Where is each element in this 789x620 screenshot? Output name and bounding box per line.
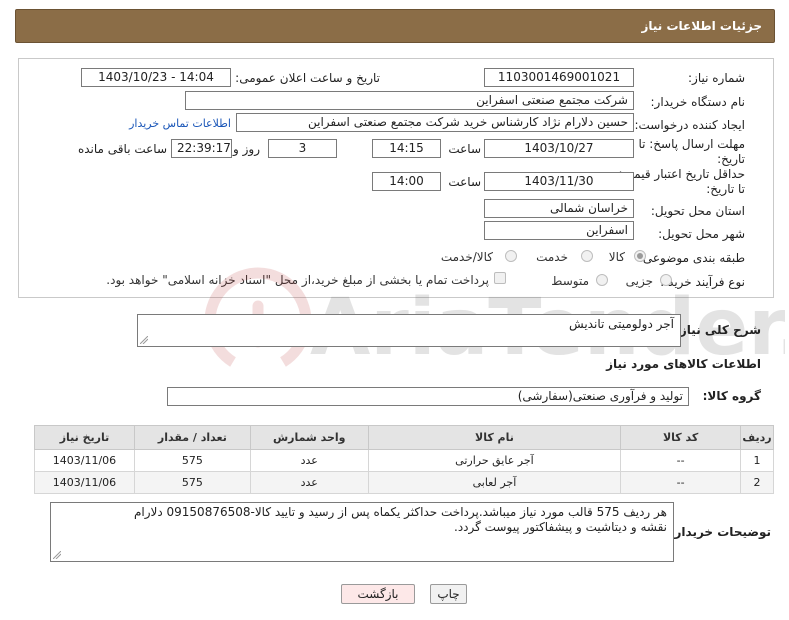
item-code: --: [620, 471, 742, 494]
page-header: جزئیات اطلاعات نیاز: [15, 9, 775, 43]
need-number-field: 1103001469001021: [484, 68, 634, 87]
row-number: 1: [740, 449, 774, 472]
category-both-radio[interactable]: [505, 250, 517, 262]
city-field: اسفراین: [484, 221, 634, 240]
item-code: --: [620, 449, 742, 472]
deadline-hour-label: ساعت: [448, 142, 481, 156]
buyer-contact-link[interactable]: اطلاعات تماس خریدار: [129, 117, 231, 130]
buyer-notes-line-2: نقشه و دیتاشیت و پیشفاکتور پیوست گردد.: [454, 520, 667, 534]
category-service-radio[interactable]: [581, 250, 593, 262]
col-unit: واحد شمارش: [249, 425, 369, 450]
time-remaining-field: 22:39:17: [171, 139, 232, 158]
goods-table-header: ردیف کد کالا نام کالا واحد شمارش تعداد /…: [34, 425, 774, 450]
description-label: شرح کلی نیاز:: [675, 323, 761, 337]
buyer-org-field: شرکت مجتمع صنعتی اسفراین: [185, 91, 634, 110]
row-number: 2: [740, 471, 774, 494]
deadline-label: مهلت ارسال پاسخ: تا تاریخ:: [638, 137, 745, 166]
goods-group-label: گروه کالا:: [702, 389, 761, 403]
process-label: نوع فرآیند خرید :: [660, 275, 745, 289]
process-minor-label: جزیی: [625, 274, 653, 288]
description-text: آجر دولومیتی تاندیش: [569, 317, 674, 331]
category-goods-label: کالا: [608, 250, 625, 264]
creator-label: ایجاد کننده درخواست:: [634, 118, 745, 132]
category-both-label: کالا/خدمت: [440, 250, 493, 264]
creator-field: حسین دلارام نژاد کارشناس خرید شرکت مجتمع…: [236, 113, 634, 132]
col-code: کد کالا: [620, 425, 742, 450]
item-name: آجر لعابی: [367, 471, 622, 494]
process-medium-radio[interactable]: [596, 274, 608, 286]
item-unit: عدد: [249, 471, 369, 494]
goods-section-title: اطلاعات کالاهای مورد نیاز: [606, 357, 761, 371]
goods-table: ردیف کد کالا نام کالا واحد شمارش تعداد /…: [34, 425, 774, 494]
page-title: جزئیات اطلاعات نیاز: [641, 19, 762, 33]
description-textarea[interactable]: آجر دولومیتی تاندیش: [137, 314, 681, 347]
item-unit: عدد: [249, 449, 369, 472]
province-field: خراسان شمالی: [484, 199, 634, 218]
item-name: آجر عایق حرارتی: [367, 449, 622, 472]
back-button[interactable]: بازگشت: [341, 584, 415, 604]
item-qty: 575: [133, 449, 251, 472]
resize-grip-icon[interactable]: [53, 551, 61, 559]
deadline-date-field: 1403/10/27: [484, 139, 634, 158]
announce-field: 1403/10/23 - 14:04: [81, 68, 231, 87]
resize-grip-icon[interactable]: [140, 336, 148, 344]
table-row: 1 -- آجر عایق حرارتی عدد 575 1403/11/06: [34, 449, 774, 472]
time-remaining-label: ساعت باقی مانده: [77, 142, 167, 156]
validity-hour-label: ساعت: [448, 175, 481, 189]
goods-group-field: تولید و فرآوری صنعتی(سفارشی): [167, 387, 689, 406]
process-minor-radio[interactable]: [660, 274, 672, 286]
need-number-label: شماره نیاز:: [688, 71, 745, 85]
validity-date-field: 1403/11/30: [484, 172, 634, 191]
treasury-payment-note: پرداخت تمام یا بخشی از مبلغ خرید،از محل …: [106, 273, 489, 287]
col-name: نام کالا: [367, 425, 622, 450]
col-qty: تعداد / مقدار: [133, 425, 251, 450]
item-qty: 575: [133, 471, 251, 494]
deadline-time-field: 14:15: [372, 139, 441, 158]
province-label: استان محل تحویل:: [650, 204, 745, 218]
col-date: تاریخ نیاز: [34, 425, 135, 450]
item-date: 1403/11/06: [34, 471, 135, 494]
validity-time-field: 14:00: [372, 172, 441, 191]
buyer-notes-textarea[interactable]: هر ردیف 575 قالب مورد نیاز میباشد.پرداخت…: [50, 502, 674, 562]
print-button[interactable]: چاپ: [430, 584, 467, 604]
buyer-notes-line-1: هر ردیف 575 قالب مورد نیاز میباشد.پرداخت…: [133, 505, 667, 519]
buyer-org-label: نام دستگاه خریدار:: [650, 95, 746, 109]
category-label: طبقه بندی موضوعی:: [638, 251, 745, 265]
days-remaining-field: 3: [268, 139, 337, 158]
process-medium-label: متوسط: [551, 274, 589, 288]
city-label: شهر محل تحویل:: [658, 227, 745, 241]
treasury-payment-checkbox[interactable]: [494, 272, 506, 284]
category-goods-radio[interactable]: [634, 250, 646, 262]
col-row: ردیف: [740, 425, 774, 450]
buyer-notes-label: توضیحات خریدار:: [669, 525, 771, 539]
days-label: روز و: [233, 142, 260, 156]
table-row: 2 -- آجر لعابی عدد 575 1403/11/06: [34, 471, 774, 494]
category-service-label: خدمت: [536, 250, 568, 264]
announce-label: تاریخ و ساعت اعلان عمومی:: [235, 71, 380, 85]
item-date: 1403/11/06: [34, 449, 135, 472]
